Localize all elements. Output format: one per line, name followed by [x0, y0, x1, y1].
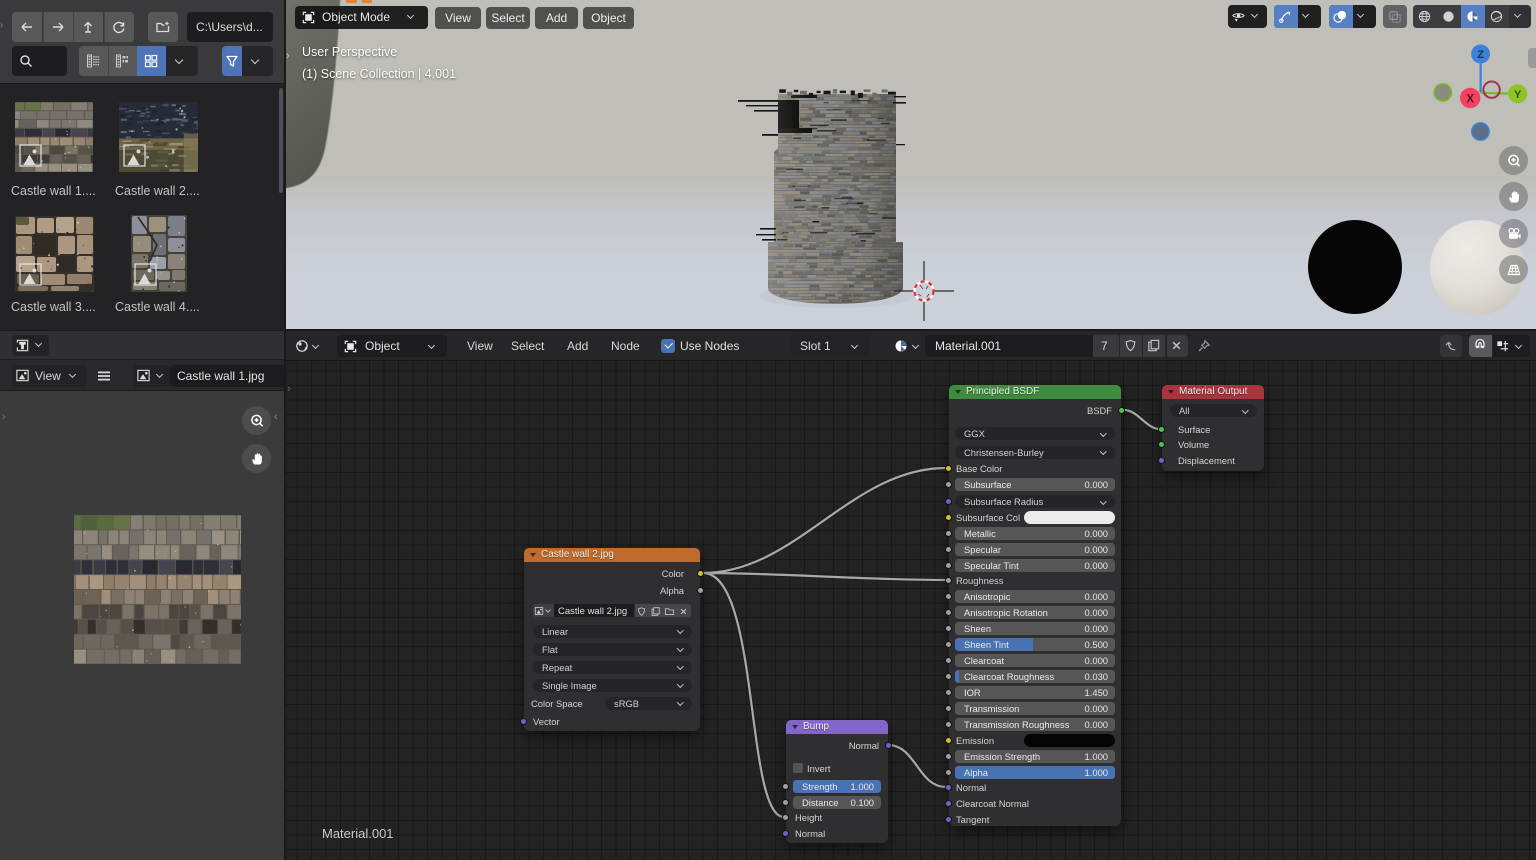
svg-text:Z: Z [1477, 49, 1484, 61]
svg-text:Y: Y [1514, 89, 1522, 101]
svg-text:X: X [1466, 94, 1474, 106]
